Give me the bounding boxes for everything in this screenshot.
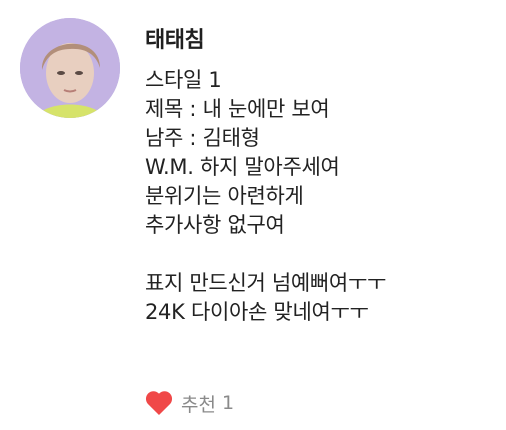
- comment-line: 스타일 1: [145, 68, 222, 92]
- comment-line: 표지 만드신거 넘예뻐여ㅜㅜ: [145, 271, 386, 295]
- comment-line-blank: [145, 240, 495, 269]
- avatar[interactable]: [20, 18, 120, 118]
- comment-line: 제목 : 내 눈에만 보여: [145, 97, 330, 121]
- comment-line: 분위기는 아련하게: [145, 184, 304, 208]
- comment-line: 24K 다이아손 맞네여ㅜㅜ: [145, 300, 369, 324]
- comment-item: 태태침 스타일 1 제목 : 내 눈에만 보여 남주 : 김태형 W.M. 하지…: [0, 0, 506, 430]
- comment-line: 추가사항 없구여: [145, 213, 285, 237]
- like-button[interactable]: 추천 1: [145, 388, 234, 418]
- comment-line: 남주 : 김태형: [145, 126, 260, 150]
- comment-line: W.M. 하지 말아주세여: [145, 155, 340, 179]
- like-count: 1: [221, 392, 235, 414]
- like-label: 추천: [181, 393, 216, 416]
- comment-author[interactable]: 태태침: [145, 22, 205, 54]
- heart-icon[interactable]: [145, 390, 173, 416]
- comment-body: 스타일 1 제목 : 내 눈에만 보여 남주 : 김태형 W.M. 하지 말아주…: [145, 66, 495, 327]
